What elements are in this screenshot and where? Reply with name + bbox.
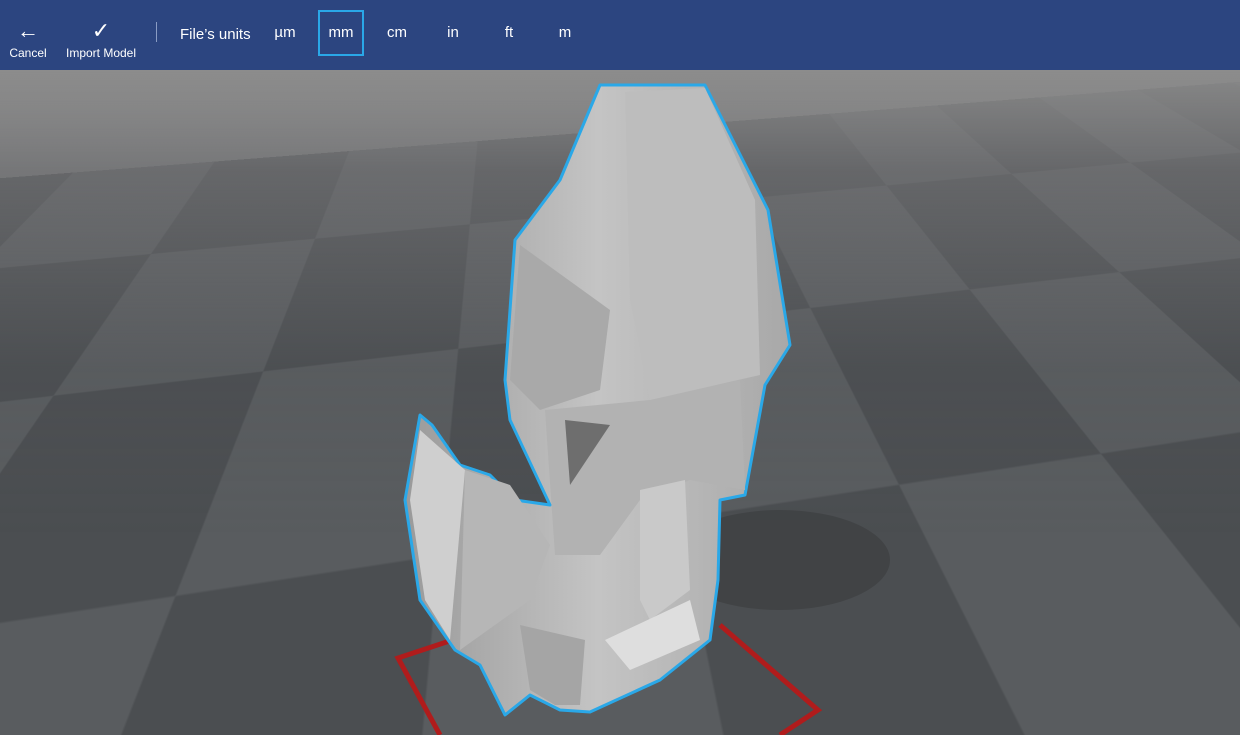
3d-viewport[interactable] [0,70,1240,735]
unit-um[interactable]: µm [262,10,308,56]
import-model-button[interactable]: ✓ Import Model [62,18,140,60]
divider [156,22,157,42]
cancel-button[interactable]: ← Cancel [8,18,48,60]
unit-mm[interactable]: mm [318,10,364,56]
arrow-left-icon: ← [8,18,48,44]
unit-ft[interactable]: ft [486,10,532,56]
unit-m[interactable]: m [542,10,588,56]
toolbar: ← Cancel ✓ Import Model File’s units µm … [0,0,1240,70]
checkmark-icon: ✓ [62,18,140,44]
unit-in[interactable]: in [430,10,476,56]
model-scene [0,70,1240,735]
unit-cm[interactable]: cm [374,10,420,56]
3d-model[interactable] [405,85,790,715]
units-label: File’s units [180,26,251,43]
